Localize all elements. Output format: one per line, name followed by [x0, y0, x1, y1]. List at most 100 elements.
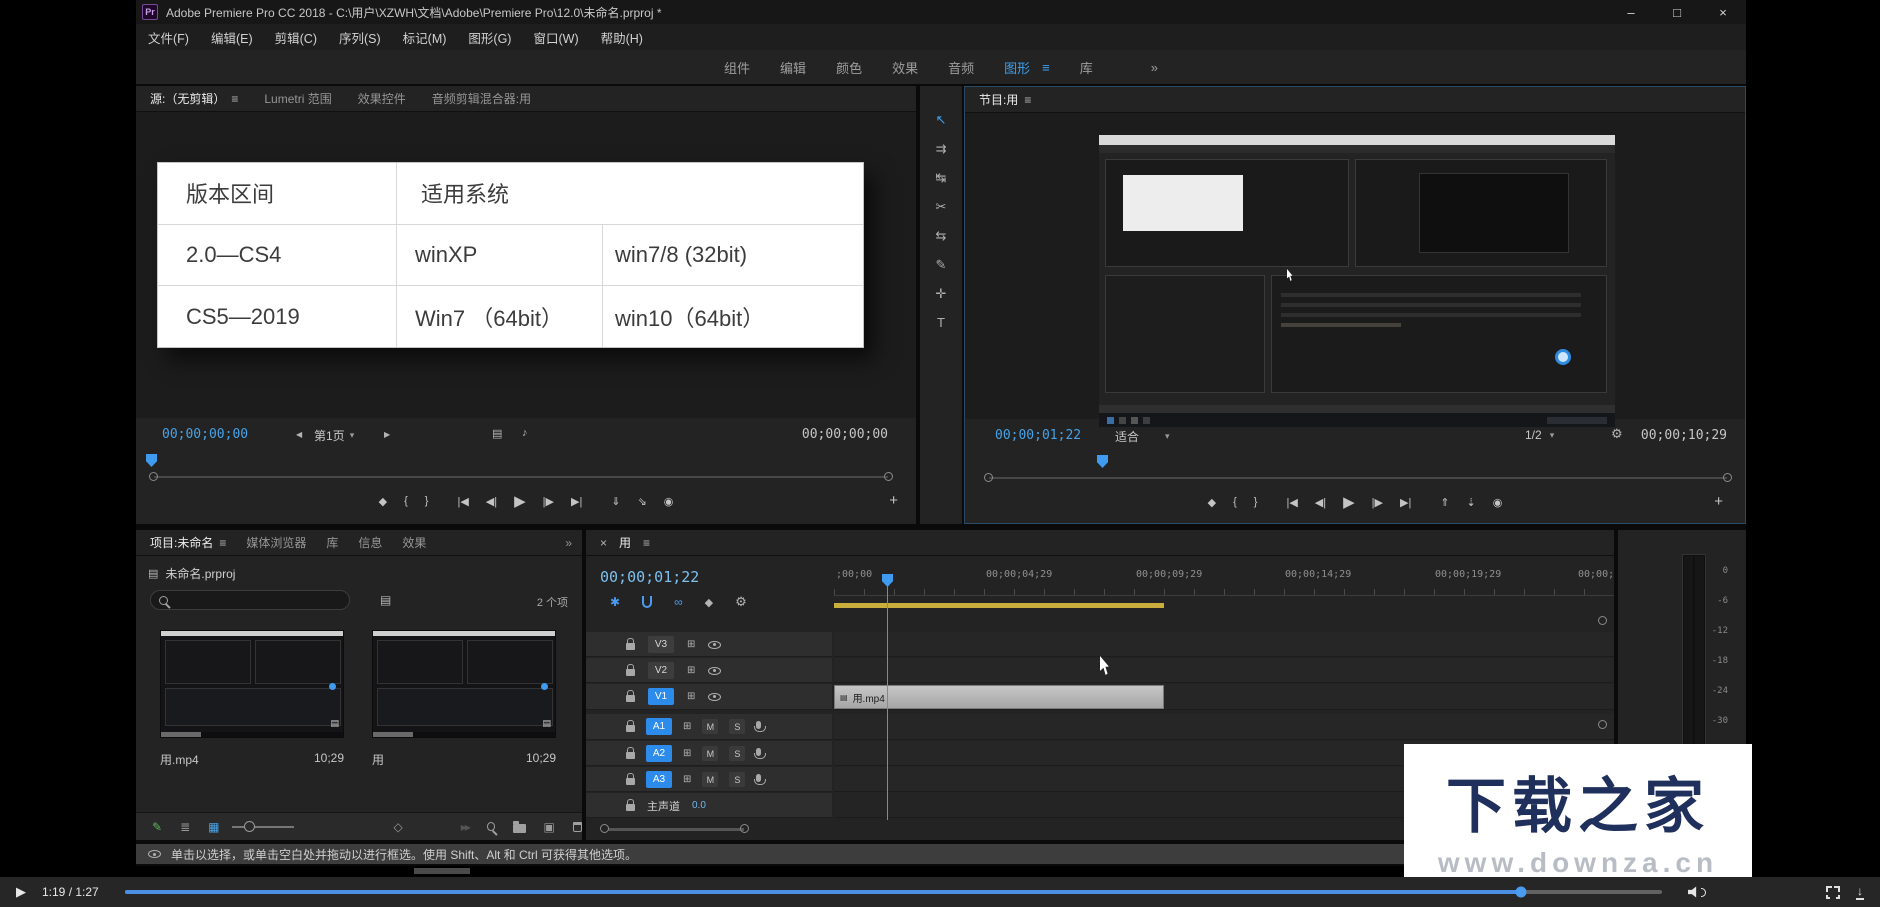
menu-edit[interactable]: 编辑(E): [211, 28, 253, 47]
prev-page-icon[interactable]: ◀: [296, 430, 302, 439]
panel-menu-icon[interactable]: ≡: [1024, 93, 1031, 107]
project-item[interactable]: ▤ 用 10;29: [372, 630, 556, 768]
tab-info[interactable]: 信息: [358, 534, 382, 551]
project-search-box[interactable]: [150, 590, 350, 610]
zoom-handle-right[interactable]: [740, 824, 749, 833]
go-to-out-button[interactable]: ▶|: [571, 495, 582, 508]
menu-sequence[interactable]: 序列(S): [339, 28, 381, 47]
panel-menu-icon[interactable]: ≡: [643, 536, 650, 550]
voiceover-record-icon[interactable]: [756, 748, 761, 756]
scrub-handle-right[interactable]: [1723, 473, 1732, 482]
track-lane-v3[interactable]: [834, 632, 1614, 657]
sync-lock-icon[interactable]: ⊞: [683, 748, 691, 759]
track-badge-a2[interactable]: A2: [646, 745, 672, 762]
tab-project[interactable]: 项目:未命名 ≡: [150, 534, 226, 551]
track-lock-icon[interactable]: [626, 752, 635, 759]
project-item[interactable]: ▤ 用.mp4 10;29: [160, 630, 344, 768]
menu-markers[interactable]: 标记(M): [403, 28, 447, 47]
tab-effects[interactable]: 效果: [402, 534, 426, 551]
pen-tool[interactable]: ✎: [936, 257, 947, 273]
razor-tool[interactable]: ✂: [936, 199, 947, 215]
tab-media-browser[interactable]: 媒体浏览器: [246, 534, 306, 551]
download-icon[interactable]: ↓: [1856, 885, 1864, 900]
track-badge-v1[interactable]: V1: [648, 688, 674, 705]
workspace-graphics[interactable]: 图形: [1004, 58, 1030, 77]
project-item-thumbnail[interactable]: ▤: [372, 630, 556, 738]
program-current-timecode[interactable]: 00;00;01;22: [995, 428, 1081, 443]
step-forward-button[interactable]: |▶: [1372, 496, 1383, 509]
new-item-icon[interactable]: ▣: [544, 820, 555, 834]
menu-clip[interactable]: 剪辑(C): [275, 28, 317, 47]
drag-audio-icon[interactable]: ♪: [522, 427, 528, 439]
tab-sequence[interactable]: 用: [619, 534, 631, 551]
play-button[interactable]: ▶: [1343, 493, 1355, 511]
scrub-handle-left[interactable]: [984, 473, 993, 482]
menu-file[interactable]: 文件(F): [148, 28, 189, 47]
panel-menu-icon[interactable]: ≡: [231, 92, 238, 106]
tab-audio-clip-mixer[interactable]: 音频剪辑混合器:用: [432, 90, 531, 107]
player-play-button[interactable]: ▶: [16, 884, 26, 900]
timeline-playhead-line[interactable]: [887, 586, 888, 820]
selection-tool[interactable]: ↖: [936, 112, 947, 128]
vertical-scroll-handle-bottom[interactable]: [1598, 720, 1607, 729]
tab-lumetri-scopes[interactable]: Lumetri 范围: [264, 90, 331, 107]
step-forward-button[interactable]: |▶: [543, 495, 554, 508]
solo-button[interactable]: S: [729, 719, 745, 734]
search-bin-icon[interactable]: ▤: [380, 593, 391, 607]
ripple-edit-tool[interactable]: ↹: [936, 170, 947, 186]
timeline-timecode[interactable]: 00;00;01;22: [600, 568, 699, 586]
timeline-clip[interactable]: ▤ 用.mp4: [834, 685, 1164, 709]
panel-menu-icon[interactable]: ≡: [219, 536, 226, 550]
export-frame-button[interactable]: ◉: [1493, 496, 1503, 509]
program-scrub-track[interactable]: [989, 477, 1727, 479]
minimize-button[interactable]: –: [1608, 0, 1654, 24]
solo-button[interactable]: S: [729, 746, 745, 761]
settings-icon[interactable]: ⚙: [1611, 426, 1623, 442]
mark-out-button[interactable]: }: [1254, 496, 1258, 508]
scrub-handle-right[interactable]: [884, 472, 893, 481]
type-tool[interactable]: T: [937, 315, 945, 330]
tab-libraries[interactable]: 库: [326, 534, 338, 551]
add-button[interactable]: +: [1714, 493, 1723, 510]
nest-toggle-icon[interactable]: ✱: [610, 595, 620, 609]
export-frame-button[interactable]: ◉: [664, 495, 674, 508]
track-lock-icon[interactable]: [626, 669, 635, 676]
track-output-icon[interactable]: [708, 667, 721, 675]
sync-lock-icon[interactable]: ⊞: [687, 691, 695, 702]
mark-out-button[interactable]: }: [425, 495, 429, 507]
player-progress-handle[interactable]: [1515, 887, 1526, 898]
sync-lock-icon[interactable]: ⊞: [683, 774, 691, 785]
track-output-icon[interactable]: [708, 693, 721, 701]
workspace-effects[interactable]: 效果: [892, 58, 918, 77]
extract-button[interactable]: ⇣: [1467, 496, 1476, 509]
menu-help[interactable]: 帮助(H): [601, 28, 643, 47]
icon-view-icon[interactable]: ▦: [208, 820, 219, 834]
volume-icon[interactable]: [1688, 886, 1706, 898]
track-lane-v2[interactable]: [834, 658, 1614, 683]
workspace-editing[interactable]: 编辑: [780, 58, 806, 77]
workspace-audio[interactable]: 音频: [948, 58, 974, 77]
project-writable-icon[interactable]: ✎: [152, 820, 162, 834]
project-file-row[interactable]: ▤ 未命名.prproj: [148, 565, 235, 582]
snap-icon[interactable]: [642, 596, 652, 608]
mute-button[interactable]: M: [702, 746, 718, 761]
add-marker-icon[interactable]: ◆: [705, 596, 713, 609]
workspace-color[interactable]: 颜色: [836, 58, 862, 77]
player-progress-bar[interactable]: [125, 890, 1662, 894]
track-lock-icon[interactable]: [626, 778, 635, 785]
linked-selection-icon[interactable]: ∞: [674, 595, 683, 609]
vertical-scroll-handle-top[interactable]: [1598, 616, 1607, 625]
insert-button[interactable]: ⇓: [611, 495, 620, 508]
menu-window[interactable]: 窗口(W): [533, 28, 578, 47]
tab-source[interactable]: 源:（无剪辑） ≡: [150, 90, 238, 107]
track-lock-icon[interactable]: [626, 804, 635, 811]
panel-overflow-icon[interactable]: »: [565, 536, 572, 550]
tab-program[interactable]: 节目:用 ≡: [979, 91, 1031, 108]
step-back-button[interactable]: ◀|: [1315, 496, 1326, 509]
mute-button[interactable]: M: [702, 719, 718, 734]
add-button[interactable]: +: [889, 492, 898, 509]
track-lock-icon[interactable]: [626, 725, 635, 732]
track-lock-icon[interactable]: [626, 695, 635, 702]
thumbnail-zoom-slider[interactable]: [232, 819, 298, 835]
timeline-ruler[interactable]: ;00;00 00;00;04;29 00;00;09;29 00;00;14;…: [834, 566, 1614, 596]
